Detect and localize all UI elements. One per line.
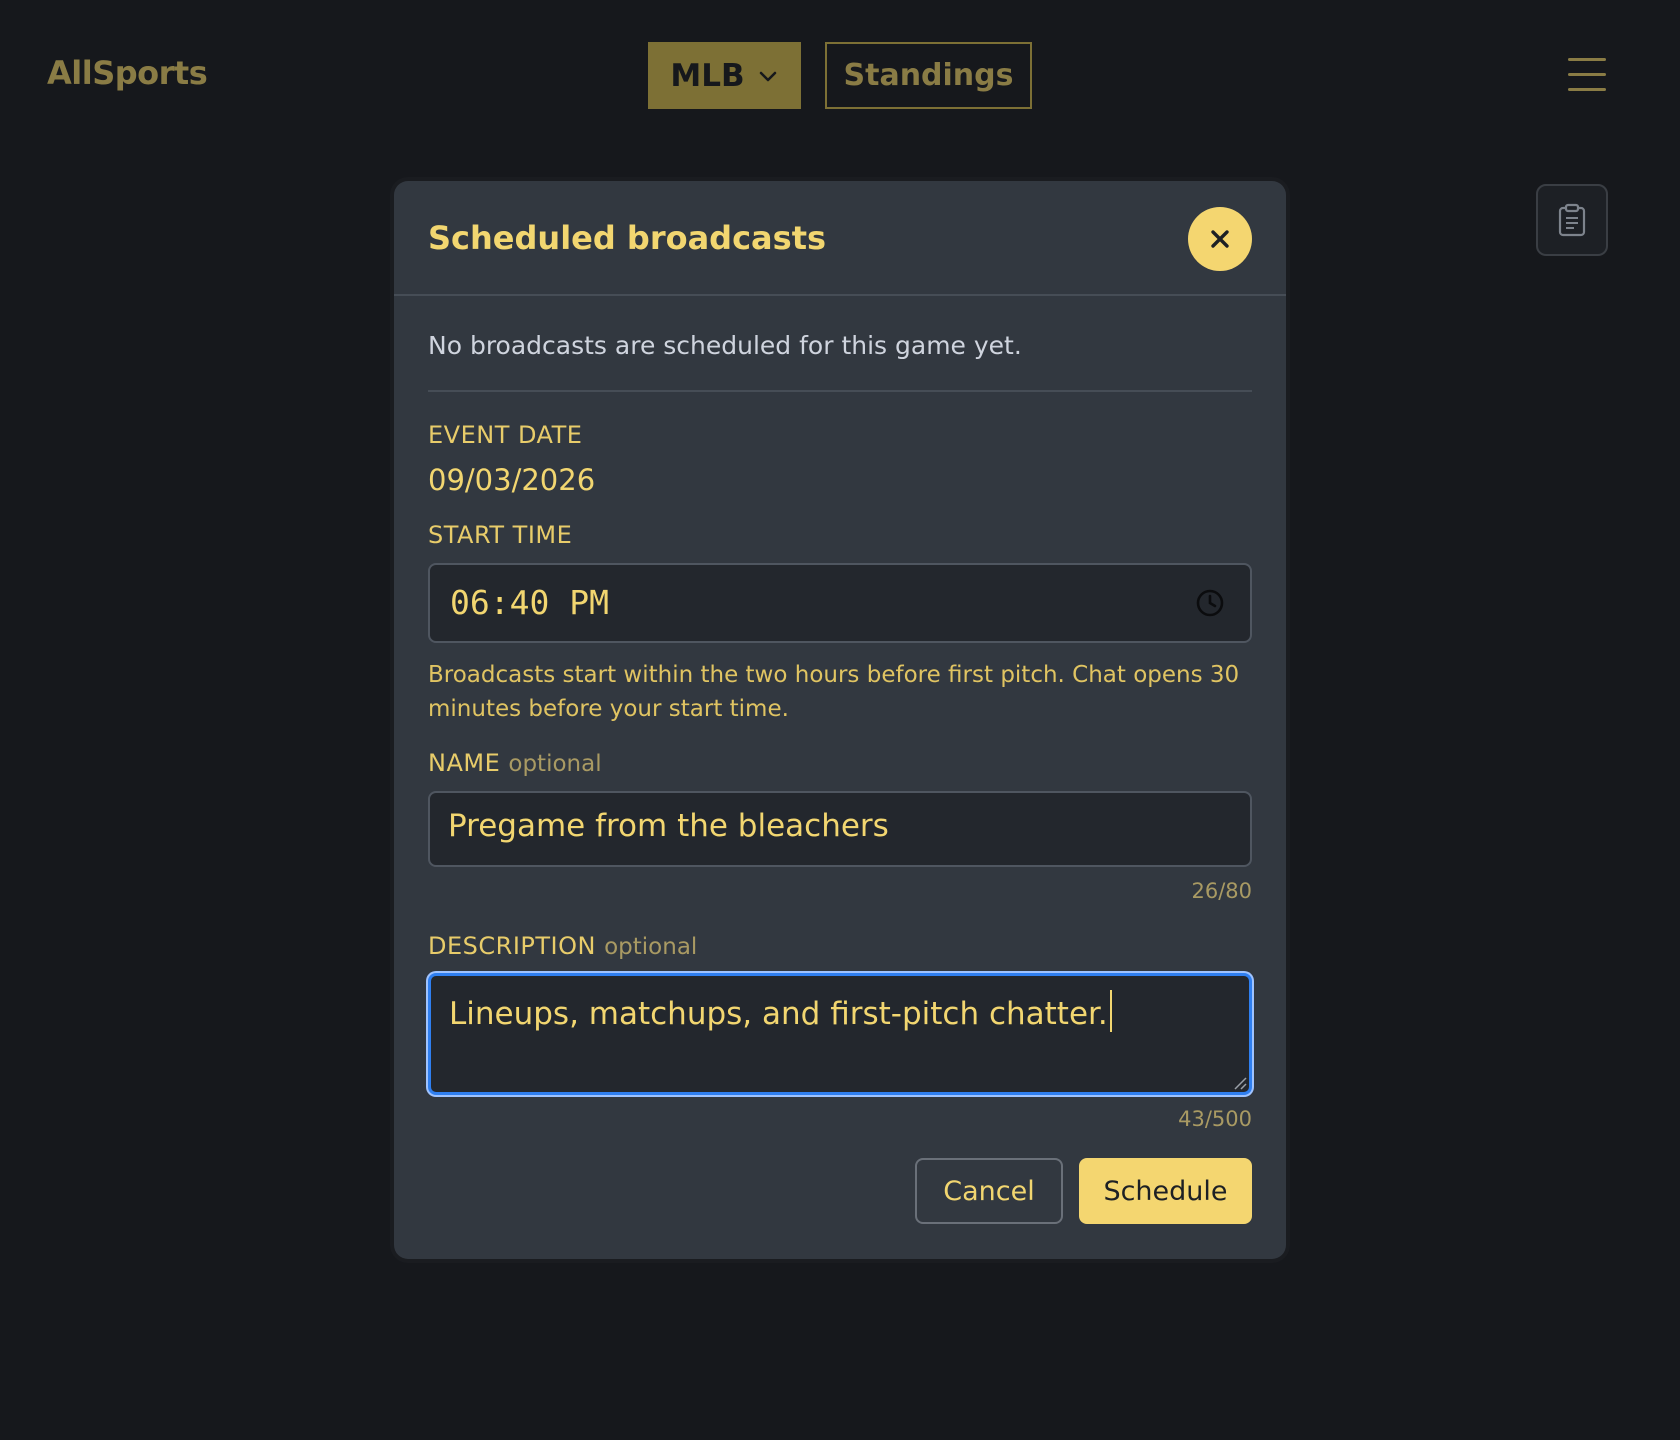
description-label-text: DESCRIPTION <box>428 932 596 960</box>
chevron-down-icon <box>759 71 776 81</box>
league-label: MLB <box>670 57 745 94</box>
description-textarea-value: Lineups, matchups, and first-pitch chatt… <box>449 990 1112 1032</box>
section-divider <box>428 390 1252 392</box>
close-button[interactable] <box>1188 207 1252 271</box>
start-time-value: 06:40 PM <box>450 583 609 622</box>
clipboard-icon <box>1558 203 1586 237</box>
empty-state-message: No broadcasts are scheduled for this gam… <box>428 331 1022 360</box>
name-label-text: NAME <box>428 749 501 777</box>
top-navigation: AllSports MLB Standings <box>0 0 1680 150</box>
standings-button[interactable]: Standings <box>825 42 1032 109</box>
start-time-hint: Broadcasts start within the two hours be… <box>428 662 1240 722</box>
description-char-counter: 43/500 <box>1178 1107 1252 1131</box>
league-dropdown-button[interactable]: MLB <box>648 42 801 109</box>
description-label: DESCRIPTION optional <box>428 932 697 960</box>
name-input[interactable]: Pregame from the bleachers <box>428 791 1252 867</box>
app-logo[interactable]: AllSports <box>47 54 208 92</box>
hamburger-icon[interactable] <box>1568 56 1608 92</box>
start-time-input[interactable]: 06:40 PM <box>428 563 1252 643</box>
text-caret <box>1109 990 1112 1032</box>
event-date-label: EVENT DATE <box>428 421 583 449</box>
resize-handle-icon[interactable] <box>1233 1076 1247 1090</box>
description-textarea[interactable]: Lineups, matchups, and first-pitch chatt… <box>428 973 1252 1095</box>
event-date-value: 09/03/2026 <box>428 463 596 497</box>
scheduled-broadcasts-modal: Scheduled broadcasts No broadcasts are s… <box>394 181 1286 1259</box>
broadcasts-toggle-button[interactable] <box>1536 184 1608 256</box>
start-time-label: START TIME <box>428 521 573 549</box>
cancel-button[interactable]: Cancel <box>915 1158 1063 1224</box>
name-char-counter: 26/80 <box>1191 879 1252 903</box>
name-input-value: Pregame from the bleachers <box>448 808 889 844</box>
clock-icon[interactable] <box>1194 587 1226 619</box>
description-text: Lineups, matchups, and first-pitch chatt… <box>449 996 1108 1032</box>
modal-header: Scheduled broadcasts <box>394 181 1286 296</box>
schedule-button[interactable]: Schedule <box>1079 1158 1252 1224</box>
close-icon <box>1211 230 1229 248</box>
description-optional-tag: optional <box>604 934 698 960</box>
name-optional-tag: optional <box>508 751 602 777</box>
name-label: NAME optional <box>428 749 602 777</box>
modal-title: Scheduled broadcasts <box>428 219 827 257</box>
